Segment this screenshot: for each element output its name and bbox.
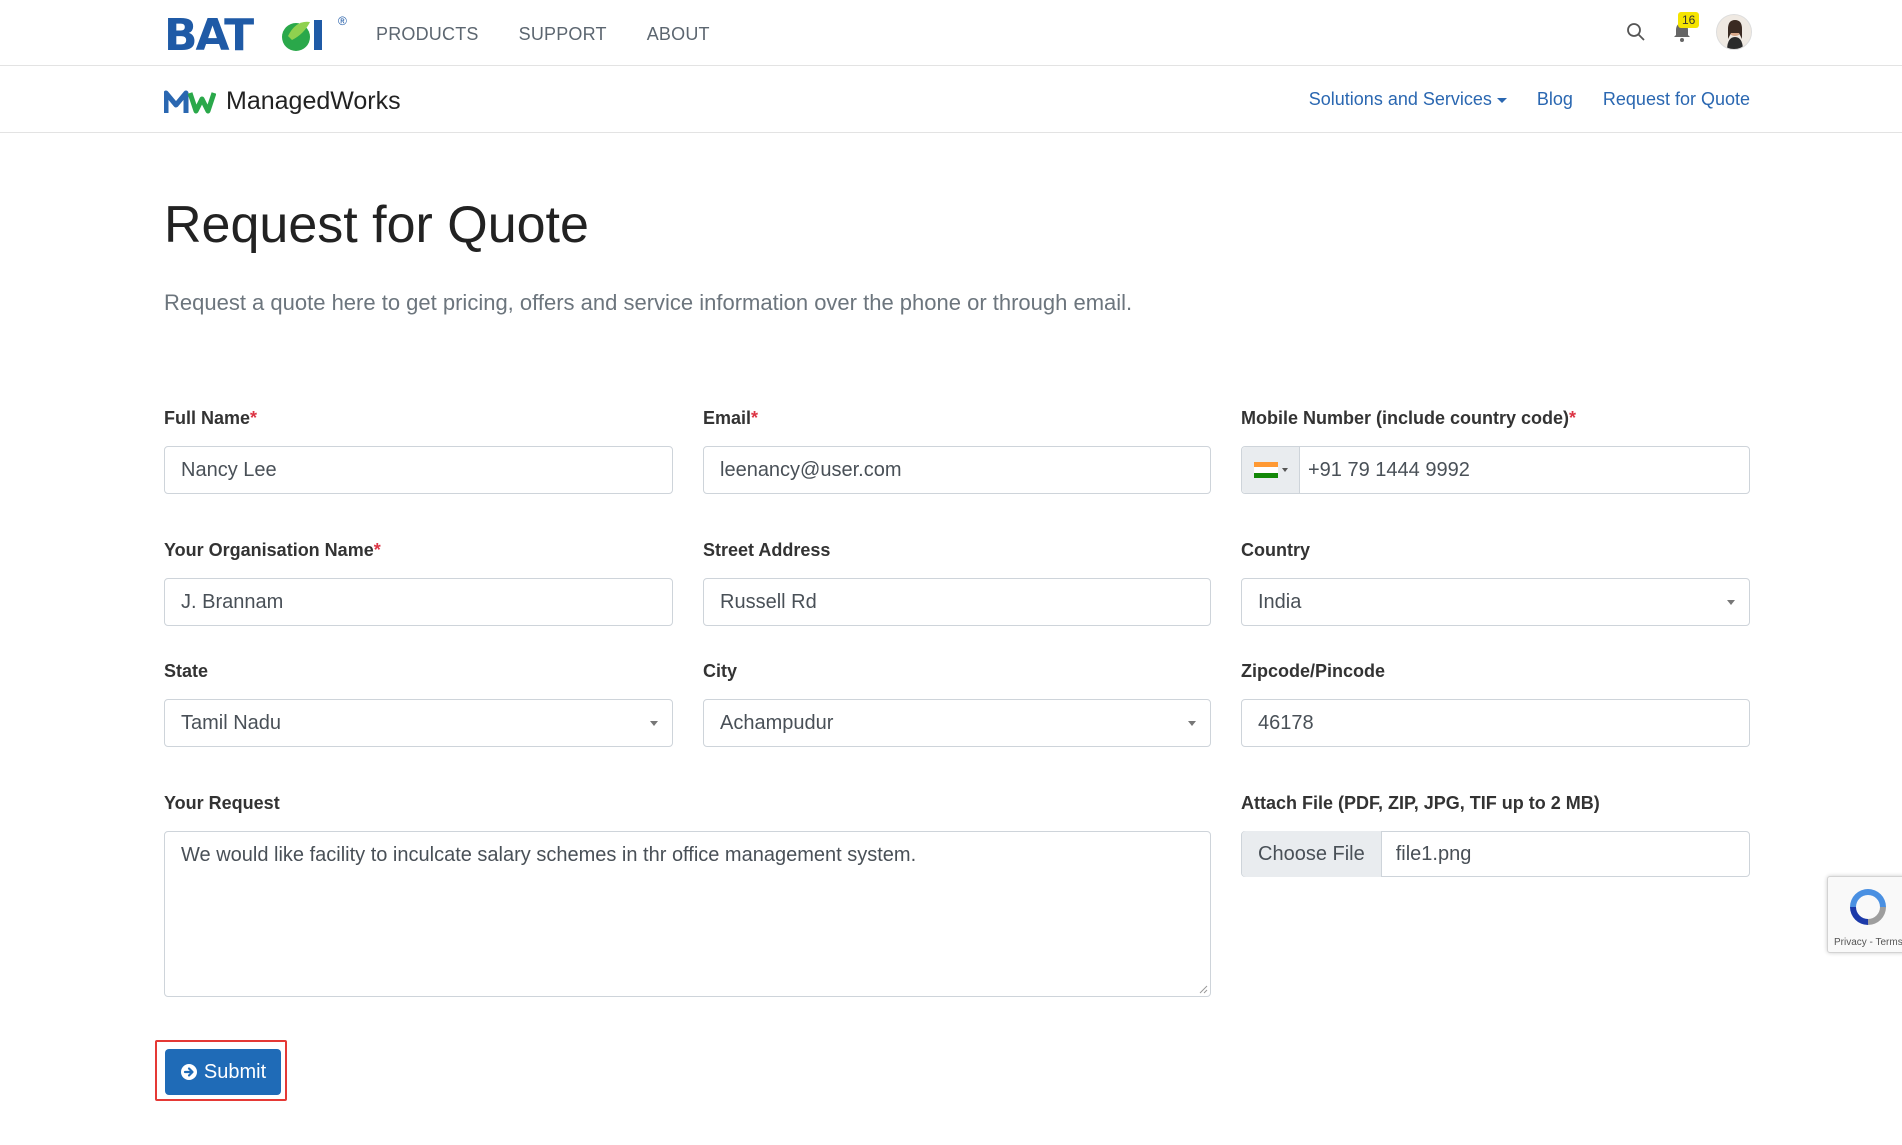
recaptcha-links[interactable]: Privacy - Terms: [1834, 937, 1902, 948]
email-group: Email* leenancy@user.com: [703, 408, 1211, 494]
registered-mark: ®: [338, 14, 347, 28]
country-label: Country: [1241, 540, 1310, 560]
full-name-input[interactable]: Nancy Lee: [164, 446, 673, 494]
top-navbar: BAT ® PRODUCTS SUPPORT ABOUT 16: [0, 0, 1902, 66]
city-select[interactable]: Achampudur: [703, 699, 1211, 747]
page-title: Request for Quote: [164, 196, 589, 254]
user-avatar[interactable]: [1716, 14, 1752, 50]
country-select[interactable]: India: [1241, 578, 1750, 626]
organisation-group: Your Organisation Name* J. Brannam: [164, 540, 673, 626]
organisation-label: Your Organisation Name*: [164, 540, 381, 560]
email-label: Email*: [703, 408, 759, 428]
street-label: Street Address: [703, 540, 831, 560]
batoi-logo[interactable]: BAT ®: [164, 14, 347, 54]
caret-down-icon: [1281, 468, 1288, 472]
state-group: State Tamil Nadu: [164, 661, 673, 747]
dropdown-arrow-icon: [1727, 600, 1735, 605]
choose-file-button[interactable]: Choose File: [1242, 831, 1382, 877]
full-name-label: Full Name*: [164, 408, 258, 428]
dropdown-arrow-icon: [650, 721, 658, 726]
managedworks-logo-icon: [164, 90, 216, 113]
request-group: Your Request We would like facility to i…: [164, 793, 1211, 997]
india-flag-icon: [1253, 462, 1278, 478]
top-icons: 16: [1624, 12, 1752, 50]
svg-text:BAT: BAT: [164, 14, 254, 54]
zipcode-input[interactable]: 46178: [1241, 699, 1750, 747]
product-navbar: ManagedWorks Solutions and Services Blog…: [0, 67, 1902, 133]
city-group: City Achampudur: [703, 661, 1211, 747]
street-group: Street Address Russell Rd: [703, 540, 1211, 626]
managedworks-brand[interactable]: ManagedWorks: [164, 87, 401, 116]
top-nav: PRODUCTS SUPPORT ABOUT: [376, 24, 710, 45]
request-value: We would like facility to inculcate sala…: [181, 844, 917, 866]
submit-label: Submit: [203, 1060, 267, 1083]
zipcode-group: Zipcode/Pincode 46178: [1241, 661, 1750, 747]
mobile-label: Mobile Number (include country code)*: [1241, 408, 1577, 428]
batoi-logo-mark: BAT: [164, 14, 322, 54]
mobile-value: +91 79 1444 9992: [1308, 458, 1470, 481]
notifications-button[interactable]: 16: [1670, 12, 1700, 44]
nav-support[interactable]: SUPPORT: [519, 24, 607, 45]
request-textarea[interactable]: We would like facility to inculcate sala…: [164, 831, 1211, 997]
email-input[interactable]: leenancy@user.com: [703, 446, 1211, 494]
zipcode-label: Zipcode/Pincode: [1241, 661, 1386, 681]
state-label: State: [164, 661, 209, 681]
request-label: Your Request: [164, 793, 280, 813]
resize-handle-icon[interactable]: [1198, 984, 1208, 994]
country-code-selector[interactable]: [1242, 447, 1300, 493]
caret-down-icon: [1496, 97, 1507, 103]
recaptcha-badge[interactable]: Privacy - Terms: [1827, 876, 1902, 953]
mobile-group: Mobile Number (include country code)* +9…: [1241, 408, 1750, 494]
search-icon[interactable]: [1624, 20, 1648, 44]
submit-button[interactable]: Submit: [165, 1049, 281, 1095]
attach-label: Attach File (PDF, ZIP, JPG, TIF up to 2 …: [1241, 793, 1600, 813]
page-lead: Request a quote here to get pricing, off…: [164, 290, 1133, 315]
recaptcha-icon: [1850, 889, 1886, 925]
nav-products[interactable]: PRODUCTS: [376, 24, 479, 45]
mobile-input[interactable]: +91 79 1444 9992: [1241, 446, 1750, 494]
dropdown-arrow-icon: [1188, 721, 1196, 726]
file-input[interactable]: Choose File file1.png: [1241, 831, 1750, 877]
nav-blog[interactable]: Blog: [1537, 89, 1573, 110]
nav-request-quote[interactable]: Request for Quote: [1603, 89, 1750, 110]
attach-group: Attach File (PDF, ZIP, JPG, TIF up to 2 …: [1241, 793, 1750, 877]
state-select[interactable]: Tamil Nadu: [164, 699, 673, 747]
notification-badge: 16: [1678, 12, 1700, 28]
nav-solutions-dropdown[interactable]: Solutions and Services: [1309, 89, 1507, 110]
organisation-input[interactable]: J. Brannam: [164, 578, 673, 626]
submit-highlight: Submit: [155, 1040, 287, 1101]
arrow-circle-right-icon: [180, 1064, 197, 1080]
file-name: file1.png: [1395, 842, 1472, 865]
brand-name: ManagedWorks: [226, 87, 401, 115]
full-name-group: Full Name* Nancy Lee: [164, 408, 673, 494]
nav-solutions-label: Solutions and Services: [1308, 89, 1492, 109]
nav-about[interactable]: ABOUT: [647, 24, 710, 45]
street-input[interactable]: Russell Rd: [703, 578, 1211, 626]
country-group: Country India: [1241, 540, 1750, 626]
city-label: City: [703, 661, 738, 681]
product-nav: Solutions and Services Blog Request for …: [1309, 89, 1750, 110]
